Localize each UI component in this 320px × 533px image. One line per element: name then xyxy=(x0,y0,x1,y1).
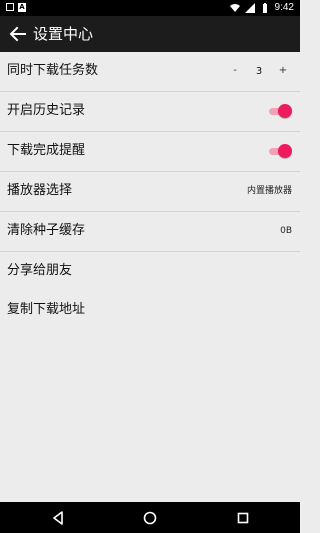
setting-copy-address[interactable]: 复制下载地址 xyxy=(0,291,300,330)
setting-label: 播放器选择 xyxy=(7,183,73,198)
wifi-icon xyxy=(229,3,240,12)
recents-square-icon[interactable] xyxy=(233,508,253,528)
setting-clear-cache[interactable]: 清除种子缓存 0B xyxy=(0,212,300,252)
setting-player[interactable]: 播放器选择 内置播放器 xyxy=(0,172,300,212)
cache-size-value: 0B xyxy=(280,226,292,236)
increment-button[interactable]: + xyxy=(272,59,294,83)
setting-concurrent-downloads: 同时下载任务数 - 3 + xyxy=(0,52,300,92)
back-triangle-icon[interactable] xyxy=(48,508,68,528)
setting-label: 同时下载任务数 xyxy=(7,63,99,78)
app-bar: 设置中心 xyxy=(0,16,300,52)
toggle-thumb xyxy=(278,104,292,118)
arrow-left-icon[interactable] xyxy=(6,22,30,46)
page-title: 设置中心 xyxy=(33,25,94,43)
setting-label: 分享给朋友 xyxy=(7,263,73,278)
a-badge-icon: A xyxy=(18,3,26,12)
stepper-value: 3 xyxy=(255,65,263,77)
setting-download-notify[interactable]: 下载完成提醒 xyxy=(0,132,300,172)
home-circle-icon[interactable] xyxy=(140,508,160,528)
setting-label: 下载完成提醒 xyxy=(7,143,86,158)
battery-icon xyxy=(262,2,267,13)
history-toggle[interactable] xyxy=(269,104,292,118)
status-time: 9:42 xyxy=(274,2,294,13)
status-left-icons: A xyxy=(6,3,26,12)
setting-label: 复制下载地址 xyxy=(7,302,86,317)
toggle-thumb xyxy=(278,144,292,158)
navigation-bar xyxy=(0,502,300,533)
settings-list: 同时下载任务数 - 3 + 开启历史记录 下载完成提醒 播放器选择 内置播放器 … xyxy=(0,52,300,330)
player-value: 内置播放器 xyxy=(246,186,292,196)
setting-share[interactable]: 分享给朋友 xyxy=(0,252,300,291)
setting-label: 清除种子缓存 xyxy=(7,223,86,238)
download-notify-toggle[interactable] xyxy=(269,144,292,158)
status-right-icons: 9:42 xyxy=(229,2,294,13)
decrement-button[interactable]: - xyxy=(224,59,246,83)
concurrent-downloads-stepper: - 3 + xyxy=(224,59,294,83)
signal-icon xyxy=(244,2,255,13)
setting-label: 开启历史记录 xyxy=(7,103,86,118)
status-bar: A 9:42 xyxy=(0,0,300,16)
setting-history[interactable]: 开启历史记录 xyxy=(0,92,300,132)
notification-square-icon xyxy=(6,3,14,11)
